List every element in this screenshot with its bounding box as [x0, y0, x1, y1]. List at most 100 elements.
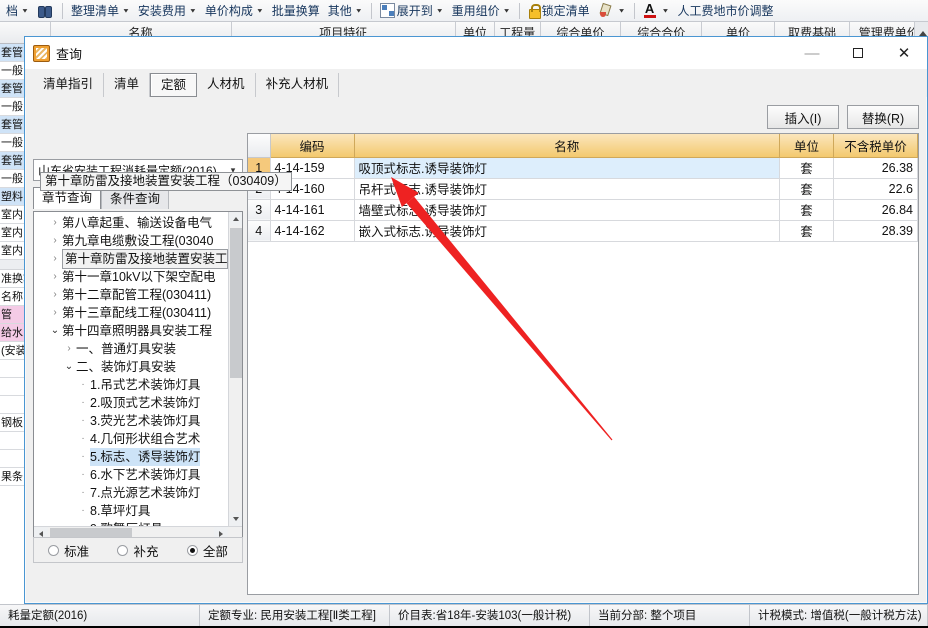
chevron-right-icon[interactable]: › [48, 214, 62, 232]
minimize-button[interactable]: — [789, 37, 835, 69]
background-row[interactable]: 套管 [0, 80, 24, 98]
row-price[interactable]: 22.6 [833, 178, 918, 200]
toolbar-item-单价构成[interactable]: 单价构成 ▼ [201, 1, 268, 21]
chevron-down-icon[interactable]: ▼ [256, 7, 264, 14]
tab-补充人材机[interactable]: 补充人材机 [256, 73, 340, 97]
row-code[interactable]: 4-14-162 [270, 220, 355, 242]
tree-node[interactable]: · 3.荧光艺术装饰灯具 [34, 412, 228, 430]
radio-全部[interactable]: 全部 [186, 541, 228, 560]
table-row[interactable]: 4 4-14-162 嵌入式标志.诱导装饰灯套 28.39 [248, 220, 918, 242]
background-row[interactable]: 给水 [0, 324, 24, 342]
row-unit[interactable]: 套 [779, 157, 834, 179]
subtab-条件查询[interactable]: 条件查询 [101, 189, 170, 209]
chevron-right-icon[interactable]: › [62, 340, 76, 358]
background-row[interactable]: 一般 [0, 62, 24, 80]
chevron-down-icon[interactable]: ▼ [189, 7, 197, 14]
tree-node[interactable]: › 第十二章配管工程(030411) [34, 286, 228, 304]
chevron-down-icon[interactable]: ▼ [662, 7, 670, 14]
tree-node[interactable]: · 1.吊式艺术装饰灯具 [34, 376, 228, 394]
background-row[interactable] [0, 432, 24, 450]
tree-node[interactable]: › 第十三章配线工程(030411) [34, 304, 228, 322]
background-row[interactable] [0, 450, 24, 468]
chevron-right-icon[interactable]: › [48, 286, 62, 304]
chapter-tree[interactable]: › 第八章起重、输送设备电气 › 第九章电缆敷设工程(03040 › 第十章防雷及接地装置… [33, 211, 243, 541]
chevron-down-icon[interactable]: ▼ [503, 7, 511, 14]
tree-node[interactable]: · 4.几何形状组合艺术 [34, 430, 228, 448]
tree-node[interactable]: › 第八章起重、输送设备电气 [34, 214, 228, 232]
background-row[interactable]: 一般 [0, 134, 24, 152]
background-row[interactable]: 钢板 [0, 414, 24, 432]
table-row[interactable]: 24-14-160吊杆式标志.诱导装饰灯套22.6 [248, 178, 918, 200]
row-name[interactable]: 墙壁式标志.诱导装饰灯 [354, 199, 780, 221]
chevron-down-icon[interactable]: ▼ [436, 7, 444, 14]
tree-node[interactable]: ›第十章防雷及接地装置安装工程(030409 [34, 249, 228, 269]
background-row[interactable] [0, 396, 24, 414]
chevron-down-icon[interactable]: ▼ [122, 7, 130, 14]
tab-人材机[interactable]: 人材机 [197, 73, 256, 97]
tree-node[interactable]: ⌄ 二、装饰灯具安装 [34, 358, 228, 376]
tab-清单[interactable]: 清单 [104, 73, 151, 97]
toolbar-item-安装费用[interactable]: 安装费用 ▼ [134, 1, 201, 21]
background-row[interactable] [0, 378, 24, 396]
tree-scroll-up-icon[interactable] [229, 212, 242, 226]
chevron-right-icon[interactable]: › [48, 268, 62, 286]
row-index[interactable]: 4 [248, 220, 271, 242]
chevron-right-icon[interactable]: › [48, 250, 62, 268]
tree-node[interactable]: · 6.水下艺术装饰灯具 [34, 466, 228, 484]
button-插入(I)[interactable]: 插入(I) [767, 105, 839, 129]
tab-清单指引[interactable]: 清单指引 [33, 73, 105, 97]
tree-node[interactable]: › 第十一章10kV以下架空配电 [34, 268, 228, 286]
table-col-不含税单价[interactable]: 不含税单价 [833, 134, 918, 158]
toolbar-item-font-color-icon[interactable]: A ▼ [639, 1, 674, 21]
table-row[interactable]: 1 4-14-159 吸顶式标志.诱导装饰灯套 26.38 [248, 157, 918, 179]
background-row[interactable]: 室内 [0, 242, 24, 260]
quota-results-table[interactable]: 编码名称单位不含税单价 14-14-159吸顶式标志.诱导装饰灯套26.3824… [247, 133, 919, 595]
background-row[interactable]: 套管 [0, 152, 24, 170]
tree-node[interactable]: › 一、普通灯具安装 [34, 340, 228, 358]
row-price[interactable]: 26.38 [833, 157, 918, 179]
radio-补充[interactable]: 补充 [117, 541, 159, 560]
background-row[interactable]: 室内 [0, 224, 24, 242]
radio-indicator[interactable] [48, 544, 60, 556]
radio-标准[interactable]: 标准 [48, 541, 89, 560]
row-price[interactable]: 28.39 [833, 220, 918, 242]
tree-node[interactable]: ⌄ 第十四章照明器具安装工程 [34, 322, 228, 340]
row-unit[interactable]: 套 [779, 199, 834, 221]
table-col-名称[interactable]: 名称 [354, 134, 780, 158]
chevron-down-icon[interactable]: ⌄ [62, 358, 76, 376]
tree-node[interactable]: · 5.标志、诱导装饰灯 [34, 448, 228, 466]
tree-node[interactable]: › 第九章电缆敷设工程(03040 [34, 232, 228, 250]
radio-indicator[interactable] [186, 544, 198, 556]
toolbar-item-展开到[interactable]: 展开到 ▼ [376, 1, 448, 21]
background-row[interactable]: 果条 [0, 468, 24, 486]
toolbar-item-binoculars-icon[interactable] [33, 1, 58, 21]
background-row[interactable]: 室内 [0, 206, 24, 224]
background-row[interactable]: 一般 [0, 170, 24, 188]
background-row[interactable] [0, 360, 24, 378]
chevron-right-icon[interactable]: › [48, 304, 62, 322]
background-row[interactable]: 名称 [0, 288, 24, 306]
background-row[interactable]: 塑料 [0, 188, 24, 206]
toolbar-item-重用组价[interactable]: 重用组价 ▼ [448, 1, 515, 21]
row-name[interactable]: 嵌入式标志.诱导装饰灯 [354, 220, 780, 242]
tree-scroll-down-icon[interactable] [229, 512, 242, 526]
toolbar-item-档[interactable]: 档 ▼ [2, 1, 33, 21]
chevron-down-icon[interactable]: ⌄ [48, 322, 62, 340]
tree-node[interactable]: · 8.草坪灯具 [34, 502, 228, 520]
row-name[interactable]: 吸顶式标志.诱导装饰灯 [354, 157, 780, 179]
background-row[interactable]: 套管 [0, 116, 24, 134]
tab-定额[interactable]: 定额 [150, 73, 198, 97]
chevron-down-icon[interactable]: ▼ [355, 7, 363, 14]
radio-indicator[interactable] [117, 544, 129, 556]
toolbar-item-批量换算[interactable]: 批量换算 [268, 1, 324, 21]
toolbar-item-锁定清单[interactable]: 锁定清单 [524, 1, 594, 21]
table-row[interactable]: 3 4-14-161 墙壁式标志.诱导装饰灯套 26.84 [248, 199, 918, 221]
row-code[interactable]: 4-14-161 [270, 199, 355, 221]
table-col-index[interactable] [248, 134, 271, 158]
tree-node[interactable]: · 2.吸顶式艺术装饰灯 [34, 394, 228, 412]
background-row[interactable]: 一般 [0, 98, 24, 116]
row-name[interactable]: 吊杆式标志.诱导装饰灯 [354, 178, 780, 200]
background-row[interactable]: (安装 [0, 342, 24, 360]
chevron-down-icon[interactable]: ▼ [618, 7, 626, 14]
toolbar-item-人工费地市价调整[interactable]: 人工费地市价调整 [673, 1, 777, 21]
